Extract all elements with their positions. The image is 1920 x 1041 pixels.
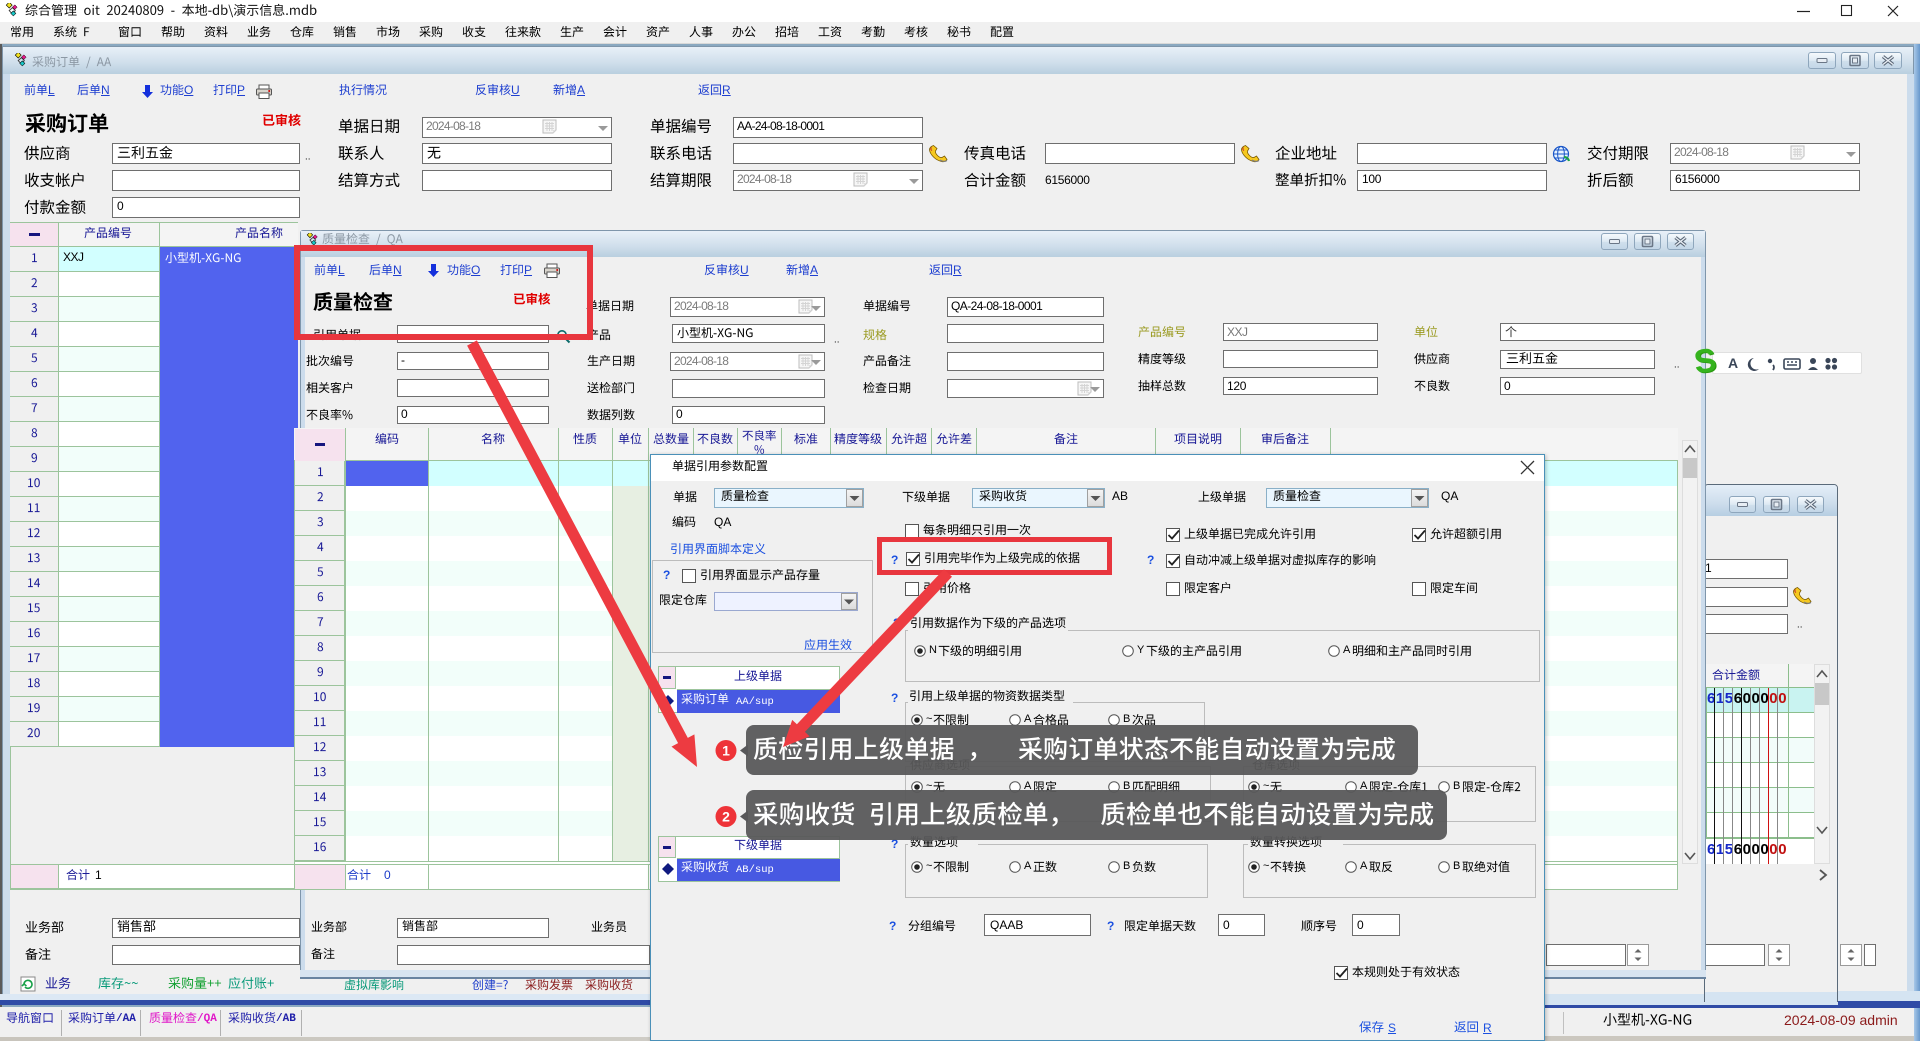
svg-text:A: A	[1728, 355, 1738, 371]
svg-text:2: 2	[722, 809, 730, 825]
svg-text:1: 1	[722, 743, 730, 759]
